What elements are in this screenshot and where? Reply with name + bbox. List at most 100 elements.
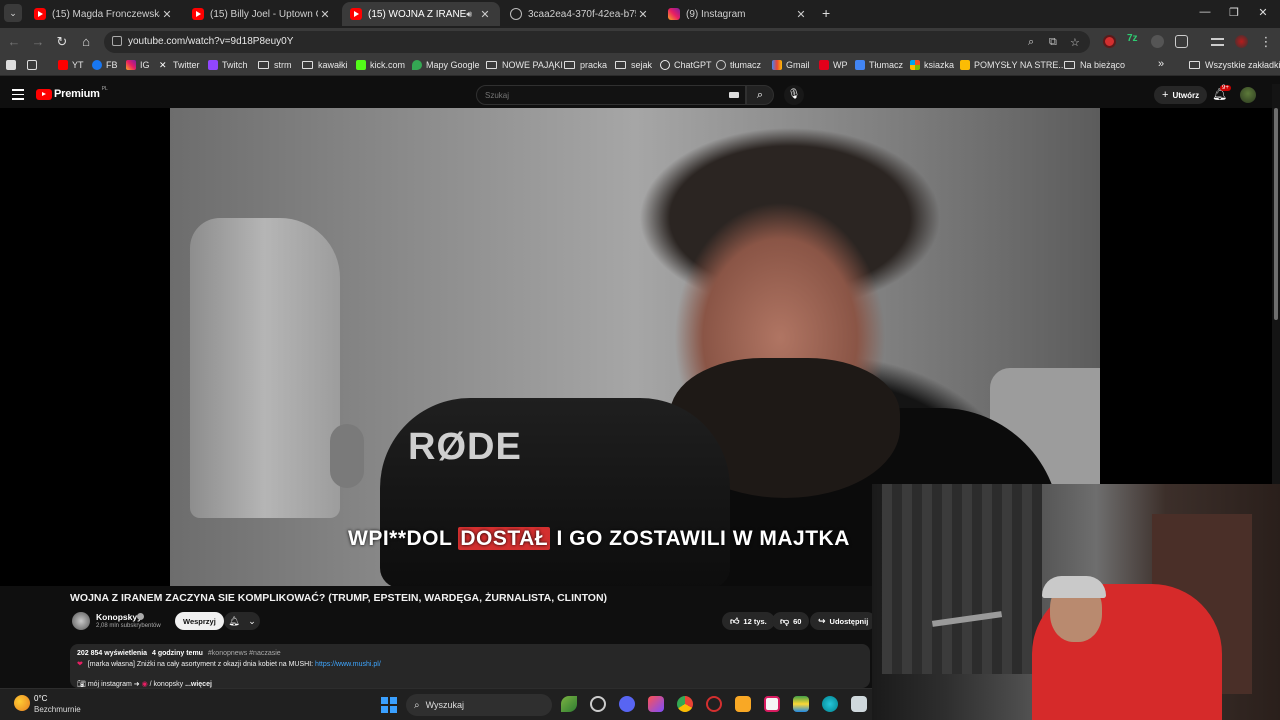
bookmark-folder-strm[interactable]: strm: [258, 60, 292, 70]
tab-title: (15) Magda Fronczewska - Lale: [52, 8, 160, 20]
taskbar-search[interactable]: ⌕ Wyszukaj: [406, 694, 552, 716]
close-icon[interactable]: ✕: [636, 8, 650, 21]
chrome-icon[interactable]: [677, 696, 693, 712]
cast-icon[interactable]: ⧉: [1049, 36, 1057, 49]
youtube-logo[interactable]: Premium PL: [36, 86, 108, 100]
restore-icon[interactable]: ❐: [1225, 6, 1243, 19]
microphone-grill-shape: [330, 424, 364, 488]
calculator-icon[interactable]: [851, 696, 867, 712]
more-bookmarks-chevron-icon[interactable]: »: [1158, 58, 1164, 70]
browser-tab[interactable]: (15) Billy Joel - Uptown Girl (Of ✕: [184, 2, 340, 26]
close-icon[interactable]: ✕: [794, 8, 808, 21]
hashtags[interactable]: #konopnews #naczasie: [208, 650, 281, 657]
site-info-icon[interactable]: [112, 36, 122, 46]
bookmark-wp[interactable]: WP: [819, 60, 848, 70]
bookmark-pomysly[interactable]: POMYSŁY NA STRE...: [960, 60, 1066, 70]
dislike-button[interactable]: 👎︎ 60: [772, 612, 810, 630]
extension-icon[interactable]: [1151, 35, 1164, 48]
bookmark-folder-kawalki[interactable]: kawałki: [302, 60, 348, 70]
search-input[interactable]: [476, 85, 746, 105]
app-icon[interactable]: [648, 696, 664, 712]
media-queue-icon[interactable]: [1211, 38, 1224, 46]
close-icon[interactable]: ✕: [160, 8, 174, 21]
back-arrow-icon[interactable]: ←: [6, 34, 22, 49]
reload-icon[interactable]: ↻: [54, 34, 70, 50]
subscription-bell-button[interactable]: 🔔︎ ⌄: [224, 612, 260, 630]
subscriber-count: 2,08 mln subskrybentów: [96, 623, 161, 629]
bookmark-gmail[interactable]: Gmail: [772, 60, 810, 70]
app-icon[interactable]: [590, 696, 606, 712]
scrollbar-thumb[interactable]: [1274, 108, 1278, 320]
bookmark-twitch[interactable]: Twitch: [208, 60, 248, 70]
browser-tab[interactable]: 3caa2ea4-370f-42ea-b753-74b ✕: [502, 2, 658, 26]
channel-name[interactable]: Konopskyy: [96, 612, 142, 622]
weather-condition[interactable]: Bezchmurnie: [34, 705, 81, 714]
all-bookmarks-folder[interactable]: Wszystkie zakładki: [1189, 60, 1280, 70]
app-icon[interactable]: [764, 696, 780, 712]
bookmark-folder-na-biezaco[interactable]: Na bieżąco: [1064, 60, 1125, 70]
bookmark-yt[interactable]: YT: [58, 60, 84, 70]
bookmark-maps[interactable]: Mapy Google: [412, 60, 480, 70]
bookmark-chatgpt[interactable]: ChatGPT: [660, 60, 712, 70]
minimize-icon[interactable]: —: [1196, 6, 1214, 18]
bookmark-ksiazka[interactable]: ksiazka: [910, 60, 954, 70]
tab-search-button[interactable]: ⌄: [4, 4, 22, 22]
bookmark-ig[interactable]: IG: [126, 60, 150, 70]
menu-kebab-icon[interactable]: ⋮: [1258, 34, 1274, 50]
bookmark-tlumacz-google[interactable]: Tłumacz: [855, 60, 903, 70]
extensions-puzzle-icon[interactable]: [1175, 35, 1188, 48]
speaker-icon[interactable]: 🔊︎: [466, 9, 472, 20]
windows-start-icon[interactable]: [381, 697, 397, 713]
extension-icon[interactable]: 7z: [1127, 33, 1140, 46]
browser-tab-active[interactable]: (15) WOJNA Z IRANEM ZAC 🔊︎ ✕: [342, 2, 500, 26]
opera-icon[interactable]: [706, 696, 722, 712]
channel-avatar[interactable]: [72, 612, 90, 630]
bookmark-fb[interactable]: FB: [92, 60, 118, 70]
record-extension-icon[interactable]: [1103, 35, 1116, 48]
grid-icon[interactable]: [27, 60, 41, 70]
show-more-link[interactable]: ...więcej: [185, 681, 212, 688]
bookmark-folder-nowe-pajaki[interactable]: NOWE PAJĄKI: [486, 60, 563, 70]
browser-tab[interactable]: (15) Magda Fronczewska - Lale ✕: [26, 2, 182, 26]
file-explorer-icon[interactable]: [735, 696, 751, 712]
close-icon[interactable]: ✕: [478, 8, 492, 21]
weather-icon[interactable]: [14, 695, 30, 711]
home-icon[interactable]: ⌂: [78, 34, 94, 49]
bookmark-star-icon[interactable]: ☆: [1070, 36, 1080, 49]
folder-icon: [615, 61, 626, 69]
create-button[interactable]: + Utwórz: [1154, 86, 1208, 104]
bookmark-folder-pracka[interactable]: pracka: [564, 60, 607, 70]
description-box[interactable]: 202 854 wyświetlenia 4 godziny temu #kon…: [70, 644, 870, 688]
voice-search-button[interactable]: 🎙︎: [784, 85, 804, 105]
support-button[interactable]: Wesprzyj: [175, 612, 224, 630]
account-avatar[interactable]: [1240, 87, 1256, 103]
close-window-icon[interactable]: ✕: [1254, 6, 1272, 19]
bookmark-kick[interactable]: kick.com: [356, 60, 405, 70]
temperature[interactable]: 0°C: [34, 694, 47, 703]
dislike-count: 60: [793, 616, 802, 626]
hamburger-menu-icon[interactable]: [12, 89, 24, 103]
instagram-handle[interactable]: / konopsky: [150, 681, 183, 688]
bookmark-tlumacz[interactable]: tłumacz: [716, 60, 761, 70]
bookmark-twitter[interactable]: ✕ Twitter: [159, 60, 200, 70]
heart-icon: ❤: [77, 661, 83, 668]
discord-icon[interactable]: [619, 696, 635, 712]
new-tab-plus-icon[interactable]: +: [822, 5, 830, 21]
forward-arrow-icon[interactable]: →: [30, 34, 46, 49]
browser-tab[interactable]: (9) Instagram ✕: [660, 2, 816, 26]
share-button[interactable]: ↪ Udostępnij: [810, 612, 877, 630]
app-icon[interactable]: [793, 696, 809, 712]
zoom-icon[interactable]: ⌕: [1028, 36, 1034, 49]
url-text[interactable]: youtube.com/watch?v=9d18P8euy0Y: [128, 36, 293, 47]
app-icon[interactable]: [561, 696, 577, 712]
close-icon[interactable]: ✕: [318, 8, 332, 21]
keyboard-icon[interactable]: [729, 92, 739, 98]
promo-link[interactable]: https://www.mushi.pl/: [315, 661, 381, 668]
search-button[interactable]: ⌕: [746, 85, 774, 105]
address-bar[interactable]: youtube.com/watch?v=9d18P8euy0Y ⌕ ⧉ ☆: [104, 31, 1090, 53]
bookmark-folder-sejak[interactable]: sejak: [615, 60, 652, 70]
profile-avatar[interactable]: [1235, 35, 1248, 48]
app-icon[interactable]: [822, 696, 838, 712]
like-button[interactable]: 👍︎ 12 tys.: [722, 612, 775, 630]
apps-icon[interactable]: [6, 60, 20, 70]
